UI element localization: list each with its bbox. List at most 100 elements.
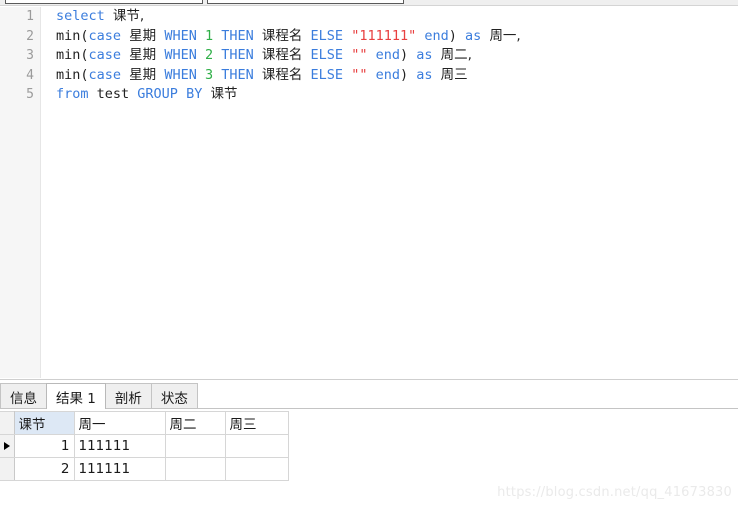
code-token-cjk: 周一,: [489, 27, 521, 44]
toolbar-field-2[interactable]: [207, 0, 404, 4]
line-number: 2: [26, 28, 34, 44]
results-table: 课节 周一 周二 周三 1 111111 2 111111: [0, 411, 289, 481]
code-token-kw: select: [56, 8, 105, 24]
result-tabbar: 信息 结果 1 剖析 状态: [0, 379, 738, 409]
table-cell[interactable]: [225, 457, 289, 481]
code-token-kw: THEN: [221, 47, 254, 63]
table-cell[interactable]: [225, 434, 289, 458]
code-line[interactable]: min(case 星期 WHEN 2 THEN 课程名 ELSE "" end)…: [42, 46, 738, 66]
toolbar: [0, 0, 738, 6]
code-line[interactable]: min(case 星期 WHEN 1 THEN 课程名 ELSE "111111…: [42, 27, 738, 47]
code-token-kw: end: [375, 47, 400, 63]
tabbar-underline: [0, 408, 738, 409]
row-selector-cell[interactable]: [0, 457, 15, 481]
table-cell[interactable]: 1: [14, 434, 75, 458]
code-token-kw: case: [88, 47, 122, 63]
table-cell[interactable]: 111111: [74, 457, 166, 481]
tab-3[interactable]: 状态: [150, 383, 198, 409]
code-token-kw: THEN: [221, 66, 254, 83]
code-token-kw: ELSE: [310, 66, 344, 83]
code-token-num: 3: [204, 66, 214, 83]
tab-1[interactable]: 结果 1: [46, 383, 106, 409]
code-token-kw: as: [416, 66, 433, 83]
column-header[interactable]: 周三: [225, 411, 289, 435]
code-token-kw: end: [424, 27, 449, 44]
code-token-plain: min(: [56, 66, 89, 83]
table-cell[interactable]: 2: [14, 457, 75, 481]
code-token-kw: end: [375, 66, 400, 83]
tab-0[interactable]: 信息: [0, 383, 47, 409]
column-header[interactable]: 周一: [74, 411, 166, 435]
code-token-kw: THEN: [221, 27, 254, 44]
watermark: https://blog.csdn.net/qq_41673830: [497, 485, 732, 500]
code-token-cjk: 课节: [210, 86, 238, 102]
tab-2[interactable]: 剖析: [104, 383, 152, 409]
line-number: 4: [26, 67, 34, 83]
column-header[interactable]: 周二: [165, 411, 226, 435]
line-number: 5: [26, 87, 34, 102]
code-token-kw: case: [88, 66, 122, 83]
code-token-kw: from: [56, 86, 89, 102]
table-cell[interactable]: 111111: [74, 434, 166, 458]
results-header-row: 课节 周一 周二 周三: [0, 411, 289, 435]
line-number-gutter: 1 2 3 4 5: [0, 7, 41, 378]
code-token-num: 2: [204, 47, 214, 63]
code-token-cjk: 星期: [129, 66, 157, 83]
code-token-kw: as: [465, 27, 482, 44]
code-token-plain: min(: [56, 27, 89, 44]
code-token-cjk: 课节,: [112, 8, 145, 24]
line-number: 3: [26, 48, 34, 63]
table-row[interactable]: 2 111111: [0, 457, 289, 481]
code-token-cjk: 课程名: [261, 27, 303, 44]
sql-editor[interactable]: 12345 select 课节, min(case 星期 WHEN 1 THEN …: [0, 7, 738, 378]
code-line[interactable]: min(case 星期 WHEN 3 THEN 课程名 ELSE "" end)…: [42, 66, 738, 86]
code-token-plain: ): [448, 27, 466, 44]
row-selector-cell[interactable]: [0, 434, 15, 458]
table-row[interactable]: 1 111111: [0, 434, 289, 458]
code-token-cjk: 周三: [440, 66, 468, 83]
code-token-plain: ): [400, 47, 417, 63]
code-token-cjk: 课程名: [261, 47, 303, 63]
code-token-plain: min(: [56, 47, 89, 63]
code-token-plain: ): [400, 66, 417, 83]
code-token-kw: as: [416, 47, 433, 63]
table-cell[interactable]: [165, 457, 226, 481]
code-token-str: "": [351, 66, 368, 83]
code-token-kw: WHEN: [164, 66, 197, 83]
code-token-kw: ELSE: [310, 47, 344, 63]
code-token-num: 1: [204, 27, 214, 44]
line-number: 1: [26, 9, 34, 24]
results-table-head: 课节 周一 周二 周三: [0, 411, 289, 435]
code-token-str: "111111": [351, 27, 417, 44]
code-line[interactable]: select 课节,: [42, 7, 738, 27]
column-header[interactable]: 课节: [14, 411, 75, 435]
code-token-kw: WHEN: [164, 47, 197, 63]
code-token-str: "": [351, 47, 368, 63]
code-token-cjk: 周二,: [440, 47, 472, 63]
table-cell[interactable]: [165, 434, 226, 458]
sql-code-area[interactable]: select 课节, min(case 星期 WHEN 1 THEN 课程名 EL…: [42, 7, 738, 378]
code-token-cjk: 星期: [129, 47, 157, 63]
code-token-kw: ELSE: [310, 27, 344, 44]
code-token-cjk: 星期: [129, 27, 157, 44]
toolbar-field-1[interactable]: [5, 0, 203, 4]
code-line[interactable]: from test GROUP BY 课节: [42, 85, 738, 105]
